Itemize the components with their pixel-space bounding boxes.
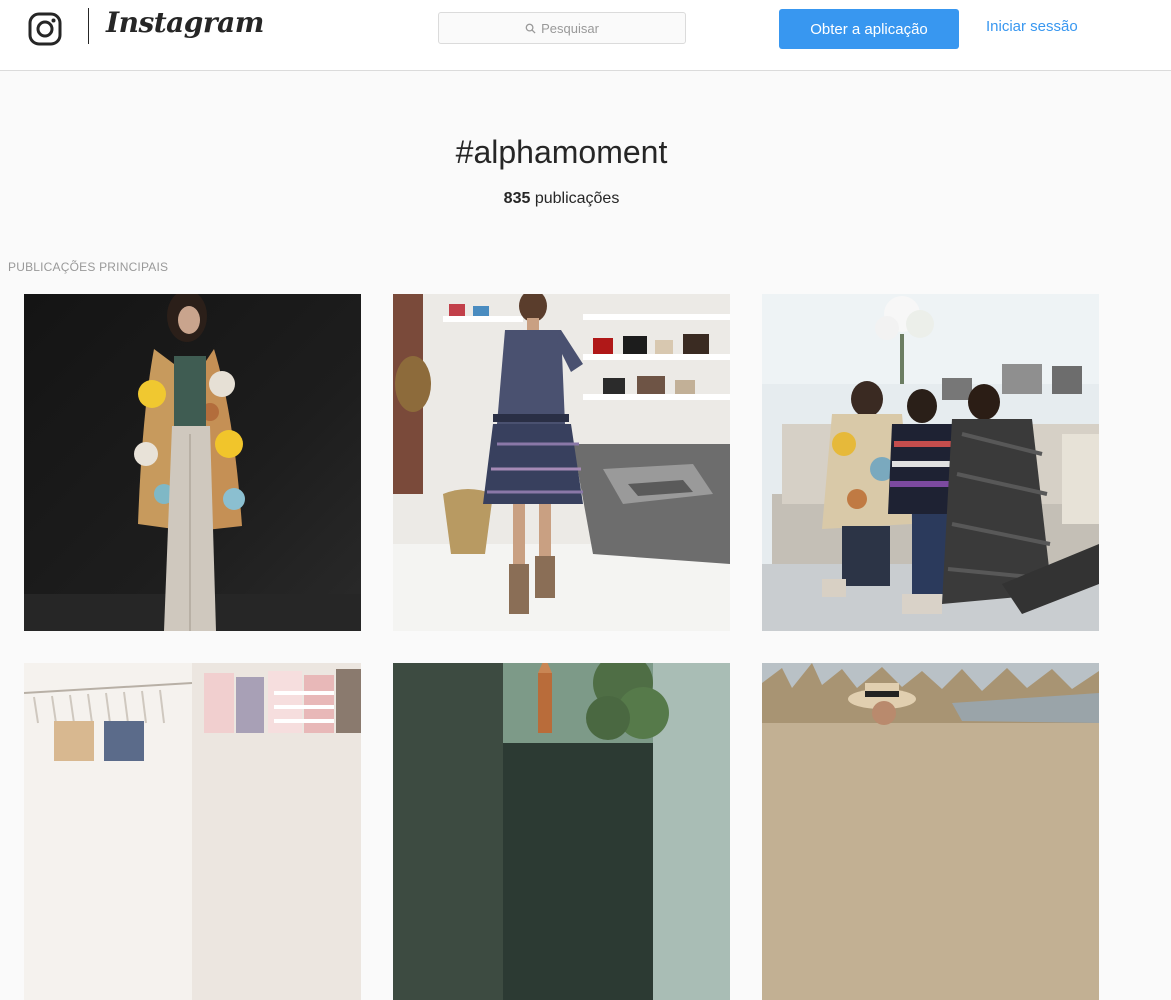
post-image-2 bbox=[393, 294, 730, 631]
instagram-camera-icon[interactable] bbox=[27, 11, 63, 47]
top-posts-label: PUBLICAÇÕES PRINCIPAIS bbox=[8, 260, 169, 274]
post-image-6 bbox=[762, 663, 1099, 1000]
top-navigation-bar: Instagram Pesquisar Obter a aplicação In… bbox=[0, 0, 1171, 71]
post-thumbnail-2[interactable] bbox=[393, 294, 730, 631]
post-thumbnail-4[interactable] bbox=[24, 663, 361, 1000]
logo-divider bbox=[88, 8, 89, 44]
instagram-wordmark[interactable]: Instagram bbox=[106, 6, 264, 39]
post-image-5 bbox=[393, 663, 730, 1000]
post-image-4 bbox=[24, 663, 361, 1000]
search-placeholder: Pesquisar bbox=[541, 20, 599, 36]
posts-count-number: 835 bbox=[503, 190, 531, 207]
login-link[interactable]: Iniciar sessão bbox=[986, 18, 1078, 35]
post-image-1 bbox=[24, 294, 361, 631]
post-image-3 bbox=[762, 294, 1099, 631]
post-thumbnail-5[interactable] bbox=[393, 663, 730, 1000]
posts-count-label: publicações bbox=[530, 190, 620, 207]
search-input[interactable]: Pesquisar bbox=[438, 12, 686, 44]
posts-count: 835 publicações bbox=[0, 190, 1123, 208]
hashtag-title: #alphamoment bbox=[455, 134, 668, 170]
post-thumbnail-6[interactable] bbox=[762, 663, 1099, 1000]
post-thumbnail-3[interactable] bbox=[762, 294, 1099, 631]
post-thumbnail-1[interactable] bbox=[24, 294, 361, 631]
get-app-button[interactable]: Obter a aplicação bbox=[779, 9, 959, 49]
search-icon bbox=[525, 23, 536, 34]
